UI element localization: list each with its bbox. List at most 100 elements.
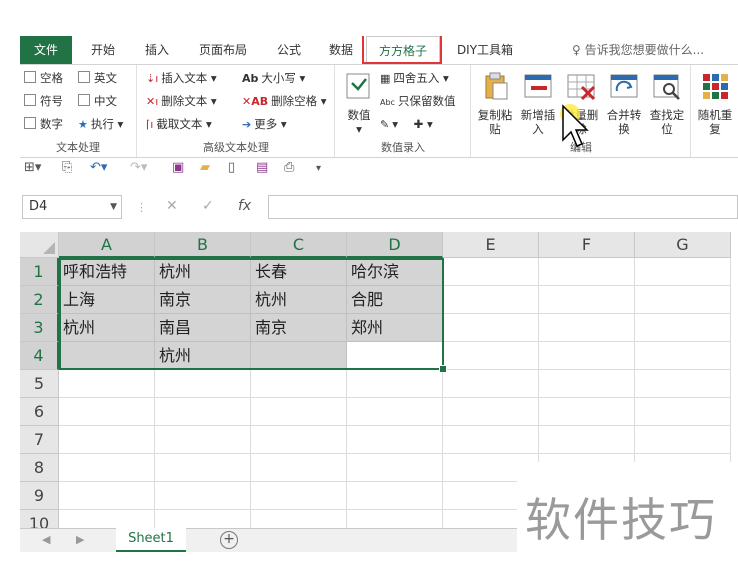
select-all-corner[interactable] <box>20 232 59 258</box>
cell-f1[interactable] <box>539 258 635 286</box>
new-file-icon[interactable]: ▯ <box>228 160 235 175</box>
tab-formulas[interactable]: 公式 <box>268 36 310 64</box>
cell-a8[interactable] <box>59 454 155 482</box>
copy-icon[interactable]: ⎘ <box>62 160 72 175</box>
cell-f5[interactable] <box>539 370 635 398</box>
print-preview-icon[interactable]: ⎙ <box>284 160 294 175</box>
delete-text-button[interactable]: ✕ı 删除文本 ▾ <box>146 91 217 111</box>
row-header-5[interactable]: 5 <box>20 370 59 398</box>
tab-file[interactable]: 文件 <box>20 36 72 64</box>
cell-b1[interactable]: 杭州 <box>155 258 251 286</box>
cell-e4[interactable] <box>443 342 539 370</box>
delete-space-button[interactable]: ✕AB 删除空格 ▾ <box>242 91 327 111</box>
cell-d1[interactable]: 哈尔滨 <box>347 258 443 286</box>
cell-f6[interactable] <box>539 398 635 426</box>
cell-b4[interactable]: 杭州 <box>155 342 251 370</box>
cell-c10[interactable] <box>251 510 347 528</box>
cell-g1[interactable] <box>635 258 731 286</box>
sheet-tab[interactable]: Sheet1 <box>116 528 186 552</box>
cell-d10[interactable] <box>347 510 443 528</box>
row-header-9[interactable]: 9 <box>20 482 59 510</box>
cell-c9[interactable] <box>251 482 347 510</box>
numeric-button[interactable]: 数值 ▾ <box>338 69 380 136</box>
column-header-a[interactable]: A <box>59 232 155 258</box>
cell-a10[interactable] <box>59 510 155 528</box>
cell-a6[interactable] <box>59 398 155 426</box>
cell-b2[interactable]: 南京 <box>155 286 251 314</box>
cell-c7[interactable] <box>251 426 347 454</box>
cell-g7[interactable] <box>635 426 731 454</box>
row-header-6[interactable]: 6 <box>20 398 59 426</box>
column-header-c[interactable]: C <box>251 232 347 258</box>
cell-g4[interactable] <box>635 342 731 370</box>
cell-d8[interactable] <box>347 454 443 482</box>
cell-b7[interactable] <box>155 426 251 454</box>
cell-c2[interactable]: 杭州 <box>251 286 347 314</box>
fill-handle[interactable] <box>439 365 447 373</box>
cell-d9[interactable] <box>347 482 443 510</box>
cell-e2[interactable] <box>443 286 539 314</box>
row-header-4[interactable]: 4 <box>20 342 59 370</box>
find-locate-button[interactable]: 查找定位 <box>646 69 688 136</box>
tab-page-layout[interactable]: 页面布局 <box>190 36 256 64</box>
cell-b9[interactable] <box>155 482 251 510</box>
cell-a9[interactable] <box>59 482 155 510</box>
column-header-d[interactable]: D <box>347 232 443 258</box>
checkbox-space[interactable]: 空格 <box>24 68 63 88</box>
cell-c6[interactable] <box>251 398 347 426</box>
redo-icon[interactable]: ↷▾ <box>130 160 147 175</box>
column-header-g[interactable]: G <box>635 232 731 258</box>
cell-e3[interactable] <box>443 314 539 342</box>
more-button[interactable]: ➔ 更多 ▾ <box>242 114 287 134</box>
cell-g3[interactable] <box>635 314 731 342</box>
row-header-7[interactable]: 7 <box>20 426 59 454</box>
function-icon[interactable]: fx <box>238 198 251 214</box>
cell-c4[interactable] <box>251 342 347 370</box>
cell-d2[interactable]: 合肥 <box>347 286 443 314</box>
column-header-f[interactable]: F <box>539 232 635 258</box>
row-header-2[interactable]: 2 <box>20 286 59 314</box>
cell-d6[interactable] <box>347 398 443 426</box>
formula-input[interactable] <box>268 195 738 219</box>
cell-e1[interactable] <box>443 258 539 286</box>
cell-d4[interactable] <box>347 342 443 370</box>
save-icon[interactable]: ▣ <box>172 160 184 175</box>
enter-icon[interactable]: ✓ <box>202 198 214 214</box>
cell-g5[interactable] <box>635 370 731 398</box>
cell-b10[interactable] <box>155 510 251 528</box>
tab-insert[interactable]: 插入 <box>136 36 178 64</box>
column-header-b[interactable]: B <box>155 232 251 258</box>
row-header-10[interactable]: 10 <box>20 510 59 528</box>
tell-me-search[interactable]: ♀ 告诉我您想要做什么... <box>572 36 704 64</box>
execute-button[interactable]: ★ 执行 ▾ <box>78 114 123 134</box>
cell-e5[interactable] <box>443 370 539 398</box>
grid-icon[interactable]: ⊞▾ <box>24 160 41 175</box>
plus-icon[interactable]: ✚ <box>414 117 424 131</box>
checkbox-english[interactable]: 英文 <box>78 68 117 88</box>
cell-a5[interactable] <box>59 370 155 398</box>
cell-e7[interactable] <box>443 426 539 454</box>
cell-g6[interactable] <box>635 398 731 426</box>
undo-icon[interactable]: ↶▾ <box>90 160 107 175</box>
insert-text-button[interactable]: ⇣ı 插入文本 ▾ <box>146 68 217 88</box>
checkbox-symbol[interactable]: 符号 <box>24 91 63 111</box>
edit-formula-button[interactable]: ✎ ▾ ✚ ▾ <box>380 114 433 134</box>
cell-b6[interactable] <box>155 398 251 426</box>
cell-d5[interactable] <box>347 370 443 398</box>
cell-f7[interactable] <box>539 426 635 454</box>
name-box[interactable]: D4 ▼ <box>22 195 122 219</box>
case-button[interactable]: Ab 大小写 ▾ <box>242 68 305 88</box>
row-header-3[interactable]: 3 <box>20 314 59 342</box>
column-header-e[interactable]: E <box>443 232 539 258</box>
row-header-1[interactable]: 1 <box>20 258 59 286</box>
cell-c5[interactable] <box>251 370 347 398</box>
cell-a7[interactable] <box>59 426 155 454</box>
cell-a2[interactable]: 上海 <box>59 286 155 314</box>
cell-f2[interactable] <box>539 286 635 314</box>
customize-qat-icon[interactable]: ▾ <box>316 163 321 174</box>
next-sheet-icon[interactable]: ▶ <box>76 533 84 546</box>
checkbox-chinese[interactable]: 中文 <box>78 91 117 111</box>
tab-home[interactable]: 开始 <box>82 36 124 64</box>
cell-b5[interactable] <box>155 370 251 398</box>
cell-b8[interactable] <box>155 454 251 482</box>
